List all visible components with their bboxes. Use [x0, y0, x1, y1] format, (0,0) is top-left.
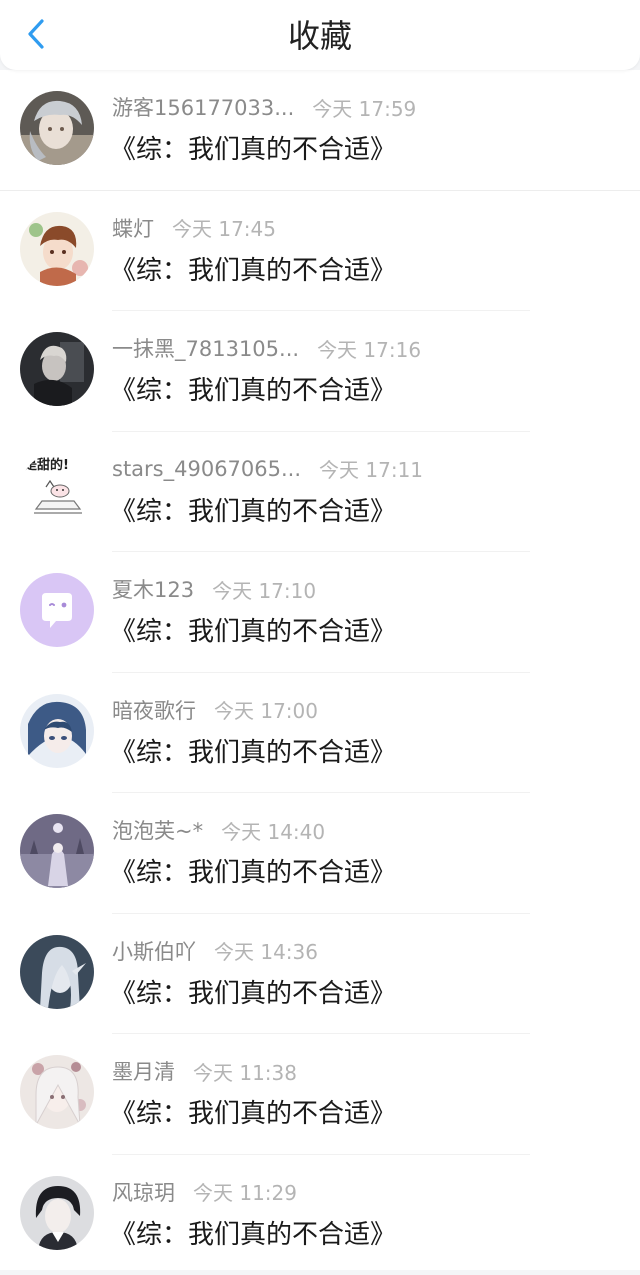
item-meta: 墨月清 今天 11:38 [112, 1055, 297, 1087]
page-title: 收藏 [0, 14, 640, 58]
item-meta: 游客156177033... 今天 17:59 [112, 91, 416, 123]
book-title[interactable]: 《综：我们真的不合适》 [110, 974, 396, 1014]
book-title[interactable]: 《综：我们真的不合适》 [110, 612, 396, 652]
book-title[interactable]: 《综：我们真的不合适》 [110, 492, 396, 532]
username[interactable]: stars_49067065... [112, 457, 301, 481]
list-item[interactable]: 蝶灯 今天 17:45 《综：我们真的不合适》 [0, 191, 640, 312]
book-title[interactable]: 《综：我们真的不合适》 [110, 130, 396, 170]
avatar[interactable] [20, 332, 94, 406]
anime-avatar-elf-icon [20, 935, 94, 1009]
list-item[interactable]: 一抹黑_7813105... 今天 17:16 《综：我们真的不合适》 [0, 311, 640, 432]
book-title[interactable]: 《综：我们真的不合适》 [110, 1215, 396, 1255]
list-item[interactable]: 小斯伯吖 今天 14:36 《综：我们真的不合适》 [0, 914, 640, 1035]
anime-avatar-brown-hair-flowers-icon [20, 212, 94, 286]
timestamp: 今天 17:00 [214, 695, 318, 724]
username[interactable]: 夏木123 [112, 574, 194, 604]
timestamp: 今天 14:36 [214, 936, 318, 965]
favorites-list: 游客156177033... 今天 17:59 《综：我们真的不合适》 蝶灯 今… [0, 70, 640, 1270]
book-title[interactable]: 《综：我们真的不合适》 [110, 1094, 396, 1134]
list-item[interactable]: 墨月清 今天 11:38 《综：我们真的不合适》 [0, 1034, 640, 1155]
avatar[interactable]: 是甜的! [20, 453, 94, 527]
username[interactable]: 风琼玥 [112, 1177, 175, 1207]
timestamp: 今天 11:29 [193, 1177, 297, 1206]
avatar[interactable] [20, 91, 94, 165]
timestamp: 今天 17:11 [319, 454, 423, 483]
anime-avatar-castle-icon [20, 814, 94, 888]
book-title[interactable]: 《综：我们真的不合适》 [110, 251, 396, 291]
book-title[interactable]: 《综：我们真的不合适》 [110, 853, 396, 893]
avatar[interactable] [20, 573, 94, 647]
username[interactable]: 墨月清 [112, 1056, 175, 1086]
item-meta: 泡泡芙~* 今天 14:40 [112, 814, 325, 846]
item-meta: 一抹黑_7813105... 今天 17:16 [112, 332, 421, 364]
item-meta: 蝶灯 今天 17:45 [112, 212, 276, 244]
item-meta: 小斯伯吖 今天 14:36 [112, 935, 318, 967]
timestamp: 今天 14:40 [221, 816, 325, 845]
avatar[interactable] [20, 212, 94, 286]
item-meta: 夏木123 今天 17:10 [112, 573, 316, 605]
avatar-caption: 是甜的! [23, 457, 69, 473]
item-meta: stars_49067065... 今天 17:11 [112, 453, 423, 485]
avatar[interactable] [20, 1055, 94, 1129]
anime-avatar-white-hair-flowers-icon [20, 1055, 94, 1129]
avatar[interactable] [20, 694, 94, 768]
timestamp: 今天 17:59 [312, 93, 416, 122]
avatar[interactable] [20, 935, 94, 1009]
top-nav-bar: 收藏 [0, 0, 640, 70]
username[interactable]: 游客156177033... [112, 92, 294, 122]
timestamp: 今天 17:10 [212, 575, 316, 604]
username[interactable]: 暗夜歌行 [112, 695, 196, 725]
doodle-avatar-icon: 是甜的! [20, 453, 94, 527]
list-item[interactable]: 游客156177033... 今天 17:59 《综：我们真的不合适》 [0, 70, 640, 191]
default-chat-avatar-icon [20, 573, 94, 647]
list-item[interactable]: 暗夜歌行 今天 17:00 《综：我们真的不合适》 [0, 673, 640, 794]
item-meta: 暗夜歌行 今天 17:00 [112, 694, 318, 726]
avatar[interactable] [20, 1176, 94, 1250]
timestamp: 今天 17:45 [172, 213, 276, 242]
username[interactable]: 小斯伯吖 [112, 936, 196, 966]
anime-avatar-dark-icon [20, 332, 94, 406]
item-meta: 风琼玥 今天 11:29 [112, 1176, 297, 1208]
list-item[interactable]: 是甜的! stars_49067065... 今天 17:11 《综：我们真的不… [0, 432, 640, 553]
username[interactable]: 一抹黑_7813105... [112, 333, 299, 363]
anime-avatar-black-hair-icon [20, 1176, 94, 1250]
list-item[interactable]: 泡泡芙~* 今天 14:40 《综：我们真的不合适》 [0, 793, 640, 914]
list-item[interactable]: 夏木123 今天 17:10 《综：我们真的不合适》 [0, 552, 640, 673]
anime-avatar-blue-hair-icon [20, 694, 94, 768]
timestamp: 今天 17:16 [317, 334, 421, 363]
list-item[interactable]: 风琼玥 今天 11:29 《综：我们真的不合适》 [0, 1155, 640, 1275]
username[interactable]: 泡泡芙~* [112, 815, 203, 845]
username[interactable]: 蝶灯 [112, 213, 154, 243]
book-title[interactable]: 《综：我们真的不合适》 [110, 733, 396, 773]
timestamp: 今天 11:38 [193, 1057, 297, 1086]
avatar[interactable] [20, 814, 94, 888]
anime-avatar-silver-hair-icon [20, 91, 94, 165]
book-title[interactable]: 《综：我们真的不合适》 [110, 371, 396, 411]
